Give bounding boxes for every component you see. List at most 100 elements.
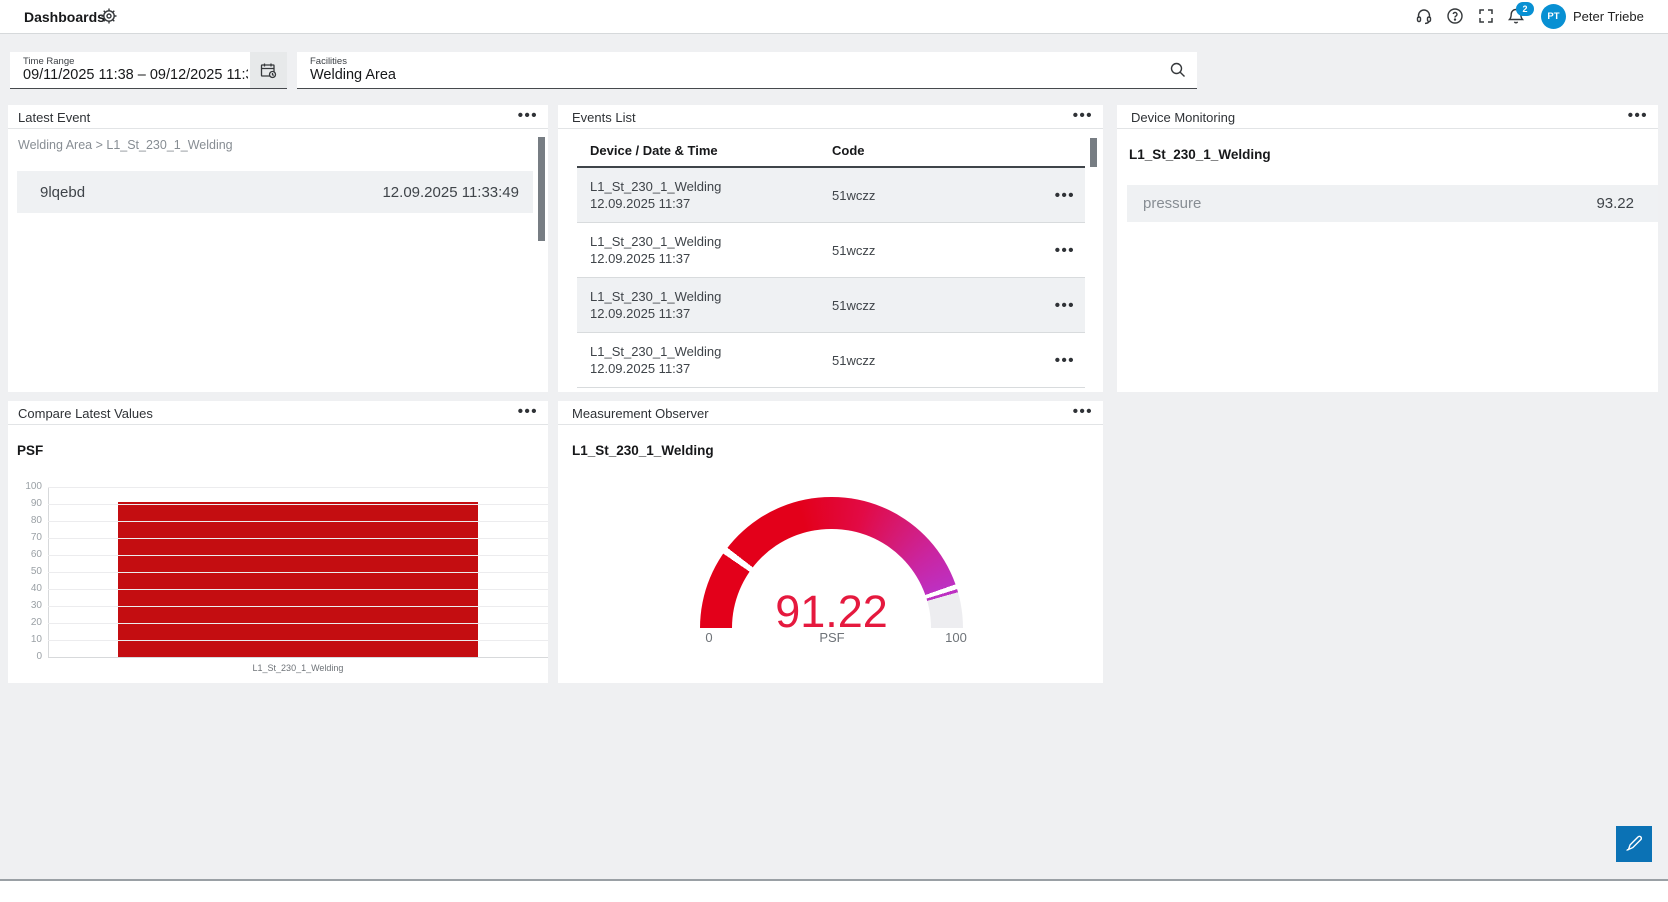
breadcrumb: Welding Area > L1_St_230_1_Welding [18, 138, 233, 152]
card-title: Latest Event [18, 110, 90, 125]
card-menu-button[interactable]: ••• [1073, 403, 1093, 420]
event-datetime: 12.09.2025 11:37 [590, 305, 832, 322]
table-row[interactable]: L1_St_230_1_Welding 12.09.2025 11:37 51w… [577, 333, 1085, 388]
y-tick-label: 30 [8, 600, 42, 611]
time-range-value: 09/11/2025 11:38 – 09/12/2025 11:38 [23, 67, 248, 83]
y-tick-label: 70 [8, 532, 42, 543]
event-code: 9lqebd [40, 184, 85, 201]
card-title: Device Monitoring [1131, 110, 1235, 125]
event-device: L1_St_230_1_Welding [590, 343, 832, 360]
avatar[interactable]: PT [1541, 4, 1566, 29]
calendar-icon [259, 61, 278, 80]
search-icon[interactable] [1169, 61, 1187, 79]
latest-event-row[interactable]: 9lqebd 12.09.2025 11:33:49 [17, 171, 533, 213]
card-menu-button[interactable]: ••• [518, 403, 538, 420]
card-header: Device Monitoring ••• [1117, 105, 1658, 129]
compare-latest-values-card: Compare Latest Values ••• PSF L1_St_230_… [8, 401, 548, 683]
event-datetime: 12.09.2025 11:37 [590, 195, 832, 212]
settings-button[interactable] [100, 7, 118, 30]
event-datetime: 12.09.2025 11:37 [590, 250, 832, 267]
bar-l1-st-230-1-welding [118, 502, 478, 657]
card-header: Events List ••• [558, 105, 1103, 129]
series-label: PSF [17, 443, 43, 458]
event-device: L1_St_230_1_Welding [590, 288, 832, 305]
card-header: Measurement Observer ••• [558, 401, 1103, 425]
event-datetime: 12.09.2025 11:37 [590, 360, 832, 377]
event-code: 51wczz [832, 188, 1055, 203]
card-menu-button[interactable]: ••• [1628, 107, 1648, 124]
gridline [48, 657, 548, 658]
device-name: L1_St_230_1_Welding [572, 443, 714, 458]
edit-dashboard-button[interactable] [1616, 826, 1652, 862]
card-header: Latest Event ••• [8, 105, 548, 129]
table-row[interactable]: L1_St_230_1_Welding 12.09.2025 11:37 51w… [577, 278, 1085, 333]
table-row[interactable]: L1_St_230_1_Welding 12.09.2025 11:37 51w… [577, 223, 1085, 278]
y-tick-label: 40 [8, 583, 42, 594]
facilities-value: Welding Area [310, 67, 396, 83]
y-tick-label: 50 [8, 566, 42, 577]
row-menu-button[interactable]: ••• [1055, 297, 1085, 314]
table-row[interactable]: L1_St_230_1_Welding 12.09.2025 11:37 51w… [577, 168, 1085, 223]
notification-badge: 2 [1516, 2, 1534, 16]
card-menu-button[interactable]: ••• [518, 107, 538, 124]
gridline [48, 487, 548, 488]
gear-icon [100, 7, 118, 25]
help-button[interactable] [1446, 7, 1464, 30]
row-device-cell: L1_St_230_1_Welding 12.09.2025 11:37 [577, 343, 832, 377]
facilities-input[interactable]: Facilities Welding Area [297, 52, 1197, 89]
events-table: Device / Date & Time Code L1_St_230_1_We… [577, 135, 1085, 388]
y-tick-label: 10 [8, 634, 42, 645]
pencil-icon [1624, 834, 1644, 854]
row-device-cell: L1_St_230_1_Welding 12.09.2025 11:37 [577, 178, 832, 212]
gauge-max-label: 100 [936, 630, 976, 645]
help-icon [1446, 7, 1464, 25]
fullscreen-button[interactable] [1477, 7, 1495, 30]
gridline [48, 538, 548, 539]
event-code: 51wczz [832, 298, 1055, 313]
column-header-code: Code [832, 143, 865, 158]
gauge-unit-label: PSF [802, 630, 862, 645]
gridline [48, 521, 548, 522]
card-menu-button[interactable]: ••• [1073, 107, 1093, 124]
metric-row[interactable]: pressure 93.22 [1127, 185, 1658, 222]
scrollbar-thumb[interactable] [1090, 138, 1097, 167]
row-device-cell: L1_St_230_1_Welding 12.09.2025 11:37 [577, 288, 832, 322]
y-tick-label: 0 [8, 651, 42, 662]
gridline [48, 572, 548, 573]
metric-name: pressure [1143, 195, 1201, 212]
table-header: Device / Date & Time Code [577, 135, 1085, 168]
y-tick-label: 60 [8, 549, 42, 560]
card-title: Compare Latest Values [18, 406, 153, 421]
row-menu-button[interactable]: ••• [1055, 352, 1085, 369]
y-tick-label: 100 [8, 481, 42, 492]
card-title: Events List [572, 110, 636, 125]
time-range-input[interactable]: Time Range 09/11/2025 11:38 – 09/12/2025… [10, 52, 287, 89]
x-axis-label: L1_St_230_1_Welding [48, 663, 548, 673]
measurement-observer-card: Measurement Observer ••• L1_St_230_1_Wel… [558, 401, 1103, 683]
gauge-value: 91.22 [700, 589, 963, 634]
facilities-label: Facilities [310, 56, 347, 67]
event-device: L1_St_230_1_Welding [590, 233, 832, 250]
row-menu-button[interactable]: ••• [1055, 242, 1085, 259]
row-menu-button[interactable]: ••• [1055, 187, 1085, 204]
gridline [48, 623, 548, 624]
gridline [48, 555, 548, 556]
y-tick-label: 20 [8, 617, 42, 628]
device-name: L1_St_230_1_Welding [1129, 147, 1271, 162]
top-bar: Dashboards [0, 0, 1668, 34]
row-device-cell: L1_St_230_1_Welding 12.09.2025 11:37 [577, 233, 832, 267]
headset-icon [1415, 7, 1433, 25]
metric-value: 93.22 [1596, 195, 1634, 212]
scrollbar-thumb[interactable] [538, 137, 545, 241]
column-header-device: Device / Date & Time [577, 143, 832, 158]
page-title: Dashboards [24, 9, 105, 25]
gridline [48, 504, 548, 505]
gridline [48, 589, 548, 590]
device-monitoring-card: Device Monitoring ••• L1_St_230_1_Weldin… [1117, 105, 1658, 392]
user-name[interactable]: Peter Triebe [1573, 9, 1644, 24]
y-tick-label: 80 [8, 515, 42, 526]
support-button[interactable] [1415, 7, 1433, 30]
event-device: L1_St_230_1_Welding [590, 178, 832, 195]
calendar-button[interactable] [250, 52, 287, 88]
latest-event-card: Latest Event ••• Welding Area > L1_St_23… [8, 105, 548, 392]
